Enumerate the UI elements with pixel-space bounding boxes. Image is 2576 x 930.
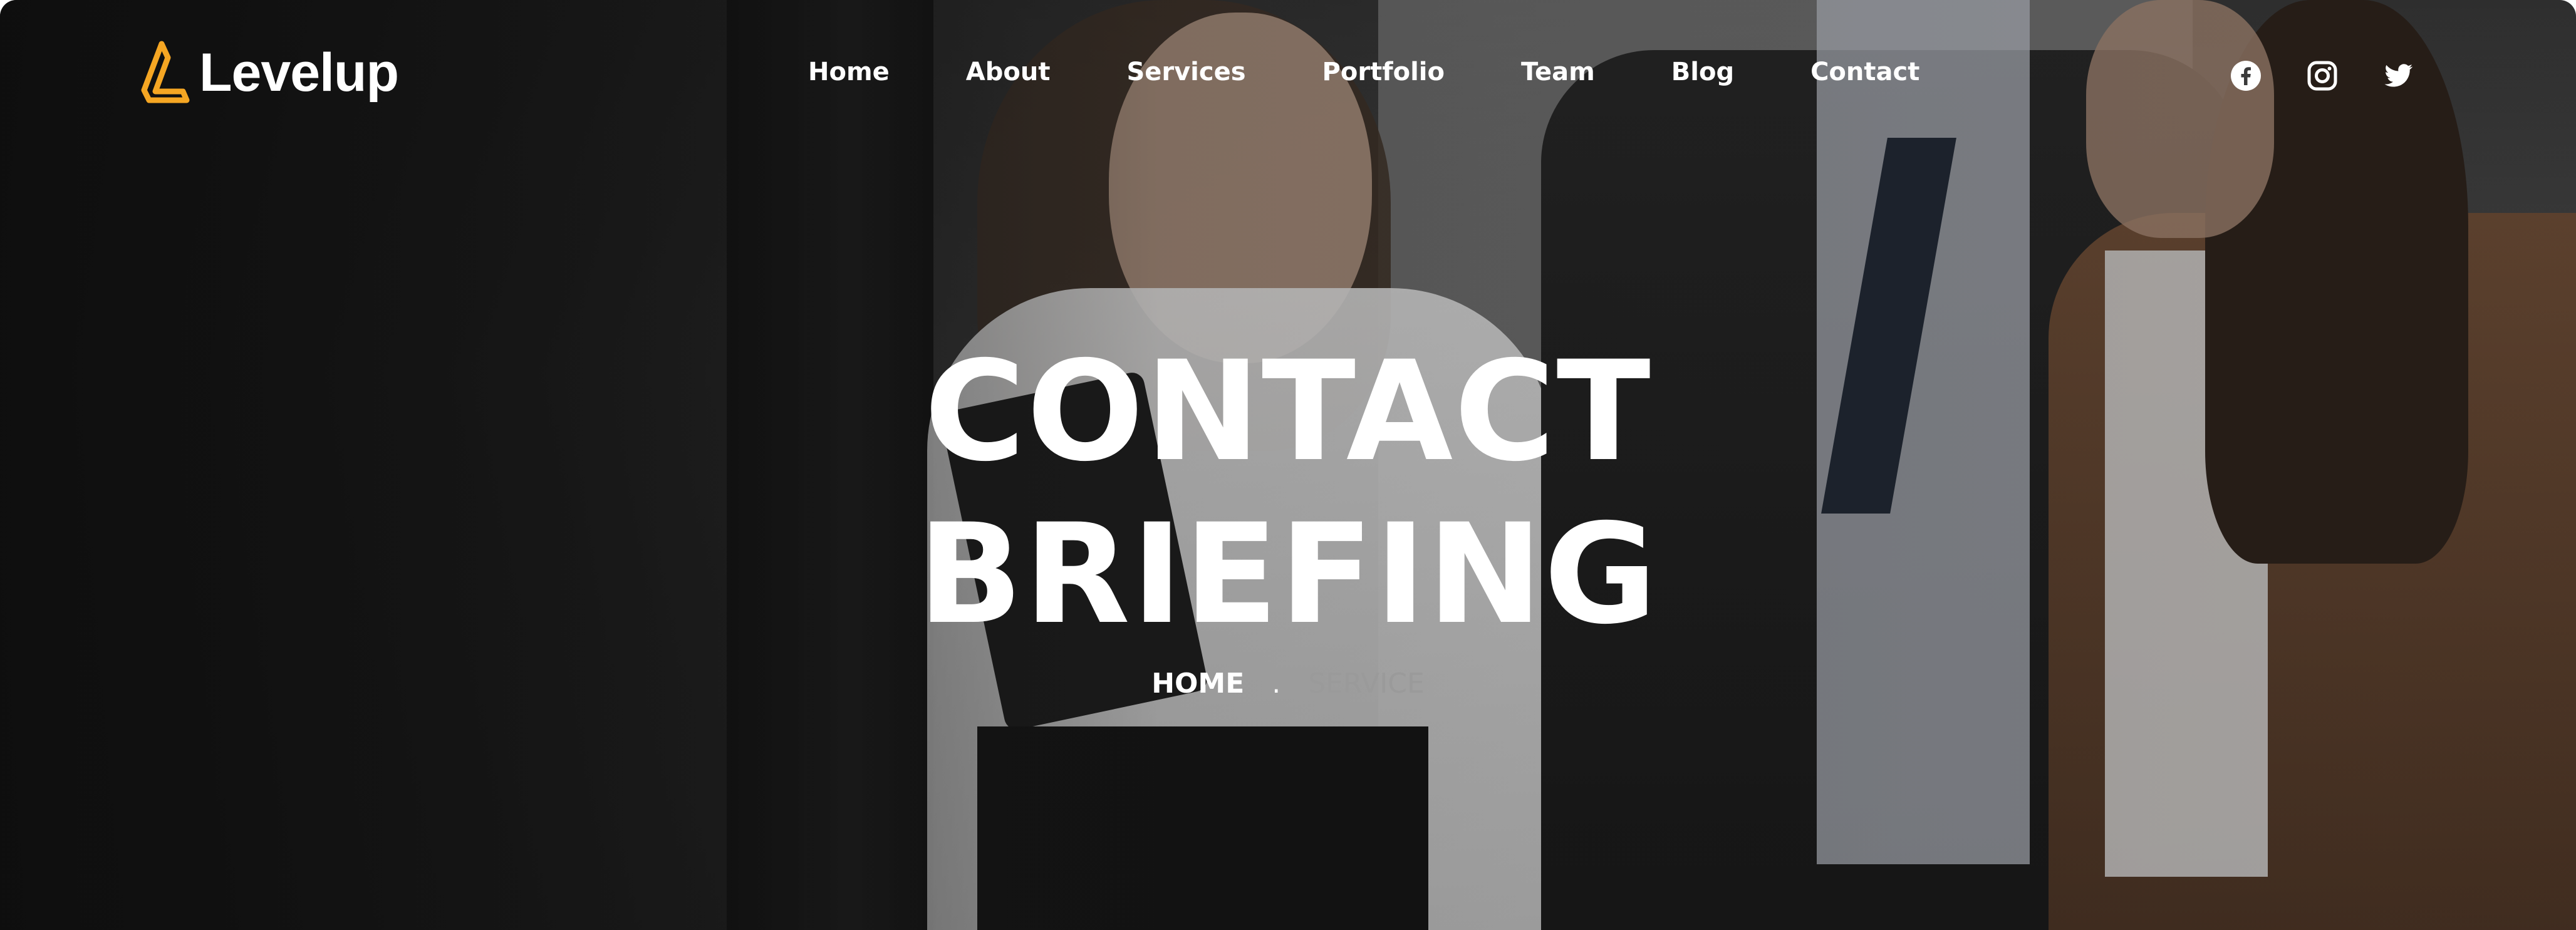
nav-home[interactable]: Home <box>808 58 890 86</box>
nav-team[interactable]: Team <box>1521 58 1595 86</box>
title-line-1: CONTACT <box>924 331 1652 492</box>
breadcrumb: HOME . SERVICE <box>0 668 2576 700</box>
breadcrumb-separator: . <box>1272 668 1281 700</box>
nav-blog[interactable]: Blog <box>1671 58 1734 86</box>
hero-banner: Levelup Home About Services Portfolio Te… <box>0 0 2576 930</box>
twitter-icon[interactable] <box>2383 60 2414 91</box>
nav-portfolio[interactable]: Portfolio <box>1322 58 1445 86</box>
title-line-2: BRIEFING <box>917 494 1659 655</box>
social-links <box>2230 60 2414 91</box>
facebook-icon[interactable] <box>2230 60 2262 91</box>
nav-contact[interactable]: Contact <box>1810 58 1919 86</box>
breadcrumb-home[interactable]: HOME <box>1151 668 1244 700</box>
nav-about[interactable]: About <box>966 58 1051 86</box>
main-nav: Home About Services Portfolio Team Blog … <box>808 58 1919 86</box>
breadcrumb-current: SERVICE <box>1308 668 1425 700</box>
page-title: CONTACT BRIEFING <box>0 330 2576 656</box>
top-navbar: Levelup Home About Services Portfolio Te… <box>0 0 2576 157</box>
logo-icon <box>141 41 190 103</box>
brand-logo[interactable]: Levelup <box>137 40 399 105</box>
instagram-icon[interactable] <box>2307 60 2338 91</box>
nav-services[interactable]: Services <box>1126 58 1245 86</box>
brand-name: Levelup <box>199 42 399 103</box>
